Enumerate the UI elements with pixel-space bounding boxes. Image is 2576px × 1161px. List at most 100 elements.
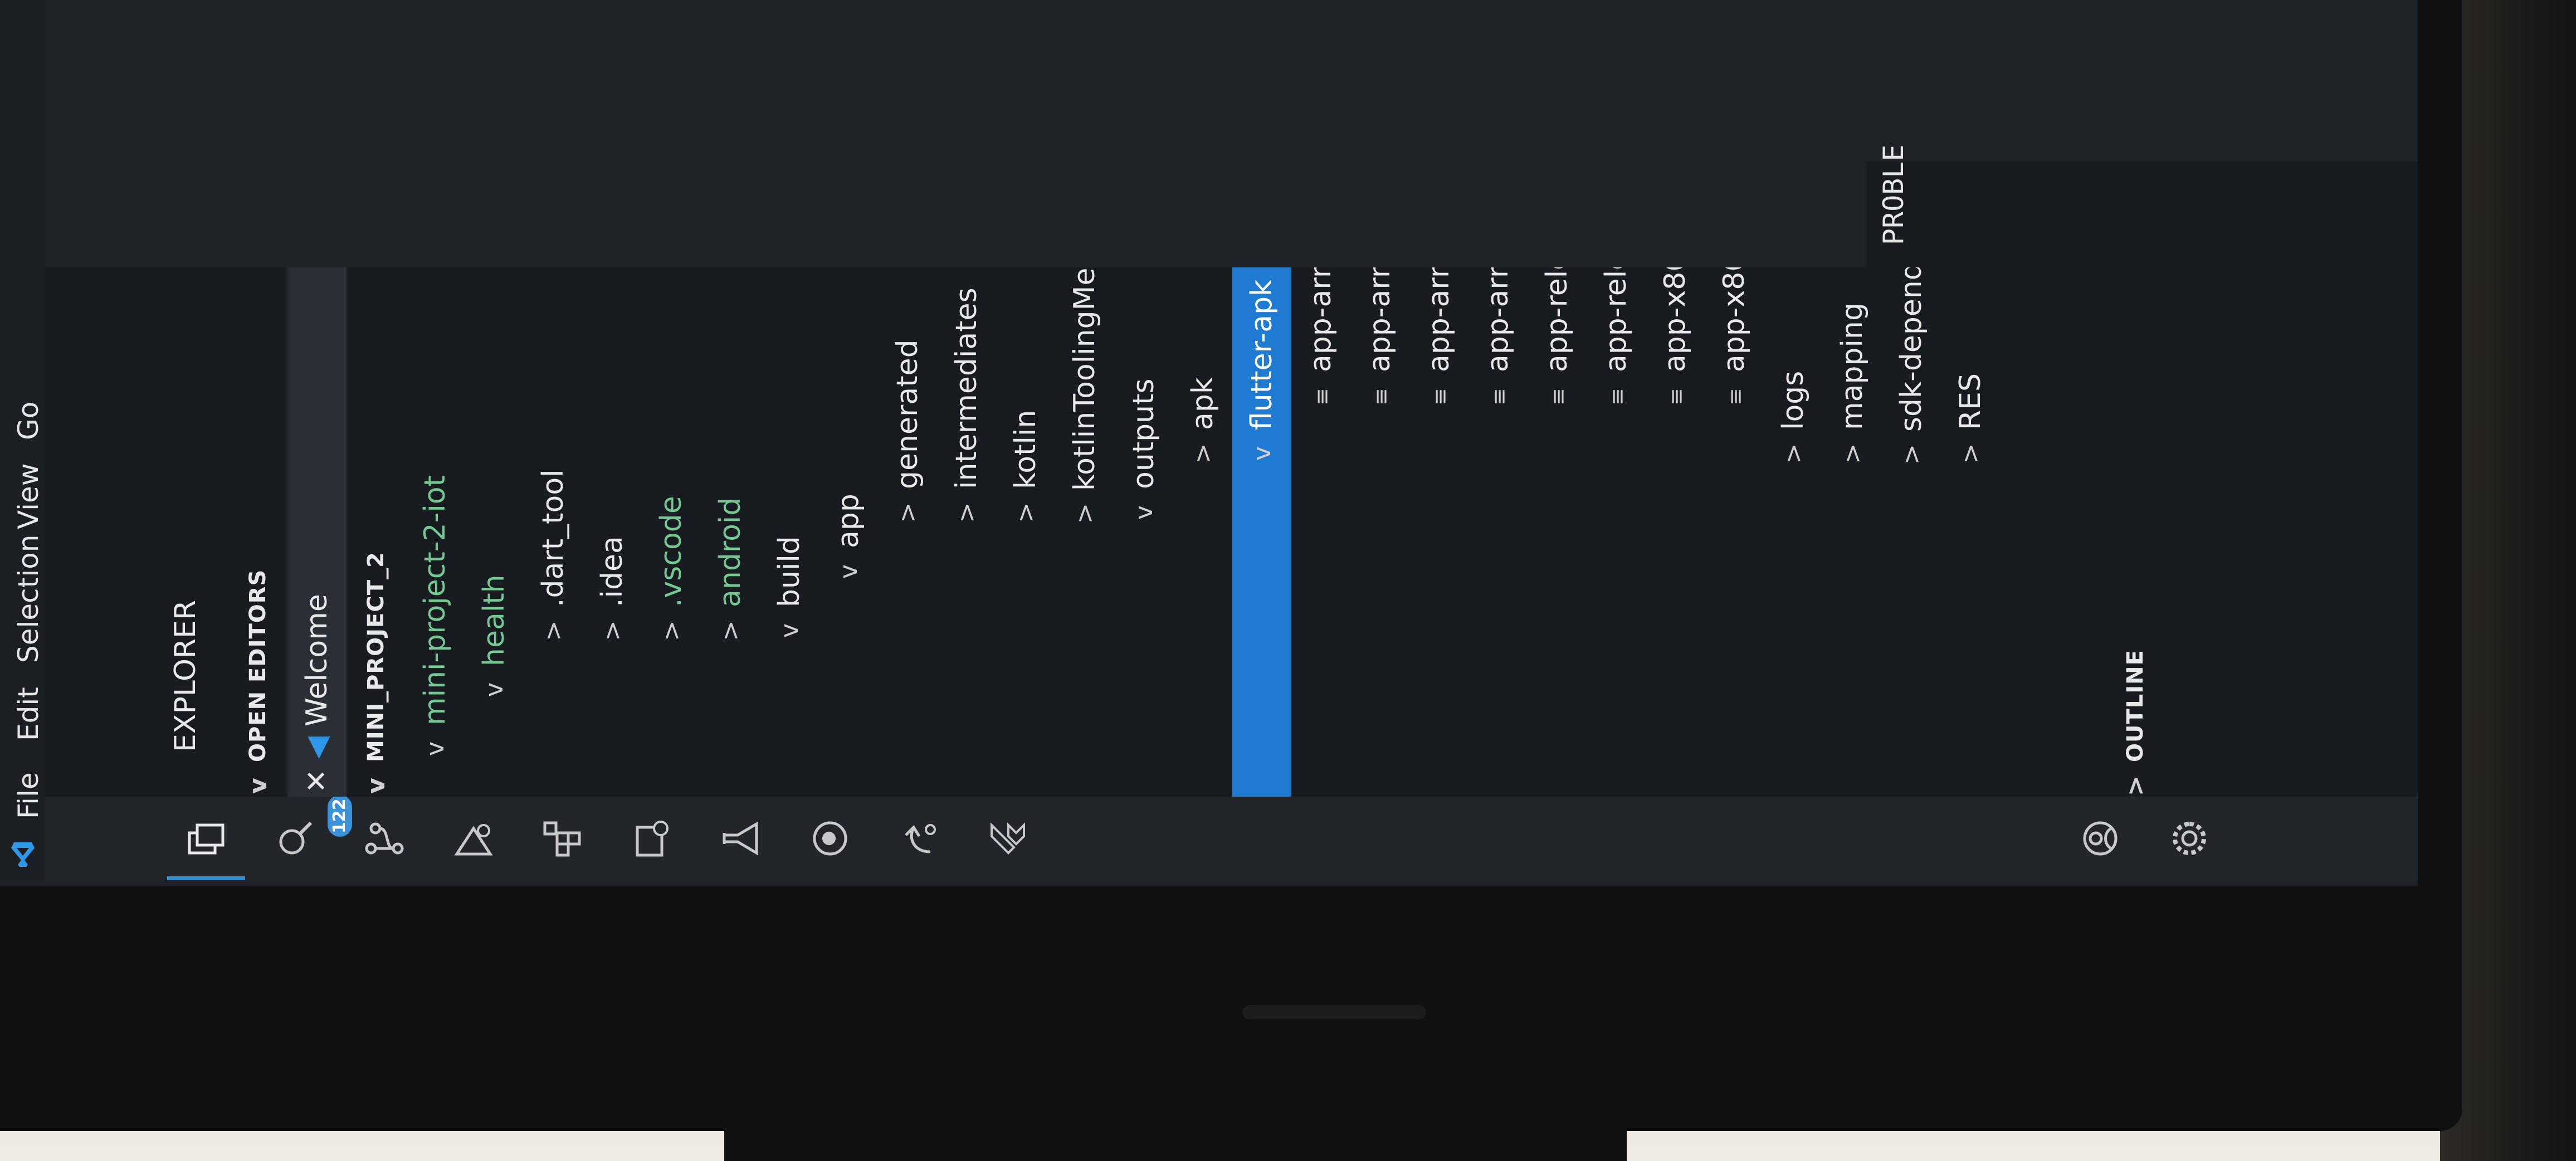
- chevron-down-icon: v: [775, 623, 804, 638]
- project-label: MINI_PROJECT_2: [363, 552, 389, 762]
- settings-gear-icon[interactable]: [2150, 797, 2228, 880]
- run-debug-icon[interactable]: [435, 797, 513, 880]
- tree-file-item[interactable]: ≡app-armeabi-v7a-relea...: [1409, 14, 1468, 797]
- tree-item-label: intermediates: [950, 287, 983, 489]
- tree-folder-item[interactable]: > mapping: [1823, 267, 1882, 797]
- tree-file-item[interactable]: ≡app-arm64-v8a-release...: [1350, 6, 1409, 797]
- chevron-down-icon: v: [243, 777, 272, 794]
- tree-file-item[interactable]: ≡app-x86_64-release.apk: [1646, 24, 1705, 797]
- tree-folder-item[interactable]: > RES: [1941, 267, 2000, 797]
- tree-item-label: android: [714, 497, 747, 607]
- tree-file-item[interactable]: ≡app-x86_64-release.apk...: [1705, 0, 1764, 797]
- chevron-right-icon: >: [1188, 443, 1217, 464]
- github-icon[interactable]: [791, 797, 869, 880]
- chevron-down-icon: v: [1247, 446, 1276, 461]
- tree-folder-item[interactable]: > apk: [1173, 267, 1232, 797]
- remote-explorer-icon[interactable]: [613, 797, 691, 880]
- file-icon: ≡: [1664, 388, 1689, 406]
- testing-icon[interactable]: [702, 797, 780, 880]
- file-icon: ≡: [1310, 388, 1334, 406]
- terminal-panel: PROBLE: [1866, 144, 2418, 267]
- chevron-right-icon: >: [2121, 775, 2150, 796]
- tree-folder-item[interactable]: > .vscode: [642, 267, 701, 797]
- extensions-icon[interactable]: [524, 797, 602, 880]
- outline-label: OUTLINE: [2123, 650, 2148, 762]
- tree-folder-item[interactable]: v flutter-apk: [1232, 267, 1291, 797]
- tree-item-label: outputs: [1127, 378, 1160, 489]
- menu-selection[interactable]: Selection: [12, 535, 45, 663]
- chevron-down-icon: v: [362, 777, 391, 794]
- chevron-right-icon: >: [1011, 502, 1040, 523]
- tree-item-label: generated: [891, 339, 924, 489]
- project-header[interactable]: v MINI_PROJECT_2: [347, 267, 406, 797]
- monitor-power-button: [1242, 1005, 1426, 1019]
- panel-tab-problems[interactable]: PROBLE: [1877, 144, 1910, 245]
- tree-file-item[interactable]: ≡app-armeabi-v7a-relea...: [1468, 14, 1528, 797]
- tree-folder-item[interactable]: v mini-project-2-iot: [406, 267, 465, 797]
- chevron-down-icon: v: [421, 741, 450, 757]
- explorer-title: EXPLORER: [169, 600, 202, 752]
- tree-item-label: apk: [1186, 377, 1219, 430]
- menu-view[interactable]: View: [12, 463, 45, 529]
- tree-item-label: mini-project-2-iot: [418, 475, 452, 725]
- file-icon: ≡: [1487, 388, 1511, 406]
- menu-edit[interactable]: Edit: [12, 687, 45, 741]
- file-icon: ≡: [1723, 388, 1748, 406]
- file-icon: ≡: [1605, 388, 1629, 406]
- menu-file[interactable]: File: [12, 772, 45, 819]
- tree-file-item[interactable]: ≡app-release.apk: [1528, 139, 1587, 797]
- tree-item-label: kotlin: [1009, 409, 1042, 489]
- chevron-right-icon: >: [1838, 443, 1867, 464]
- file-icon: ≡: [1369, 388, 1393, 406]
- tree-folder-item[interactable]: > android: [701, 267, 760, 797]
- open-editor-label: Welcome: [300, 594, 334, 726]
- tree-item-label: .dart_tool: [536, 469, 570, 607]
- chevron-right-icon: >: [716, 620, 745, 641]
- tree-item-label: mapping: [1836, 303, 1869, 430]
- close-icon[interactable]: ✕: [300, 765, 334, 797]
- vscode-window: File Edit Selection View Go 122 EXPLORER…: [0, 0, 2418, 880]
- activity-bar: 122: [45, 795, 2418, 880]
- tree-folder-item[interactable]: v outputs: [1114, 267, 1173, 797]
- open-editors-header[interactable]: v OPEN EDITORS: [228, 267, 287, 797]
- tree-folder-item[interactable]: > intermediates: [937, 267, 996, 797]
- explorer-sidebar: EXPLORER ... v OPEN EDITORS ✕ ◀ Welcome …: [45, 0, 2418, 797]
- file-icon: ≡: [1428, 388, 1452, 406]
- tree-folder-item[interactable]: > .idea: [583, 267, 642, 797]
- tree-folder-item[interactable]: v build: [760, 267, 819, 797]
- tree-folder-item[interactable]: v health: [465, 267, 524, 797]
- tree-file-item[interactable]: ≡app-release.apk.sha1: [1587, 61, 1646, 797]
- open-editor-item[interactable]: ✕ ◀ Welcome: [287, 267, 347, 797]
- tree-folder-item[interactable]: > logs: [1764, 267, 1823, 797]
- flutter-icon[interactable]: [969, 797, 1047, 880]
- tree-item-label: logs: [1777, 370, 1810, 430]
- tree-folder-item[interactable]: > generated: [878, 267, 937, 797]
- search-icon[interactable]: [256, 797, 334, 880]
- tree-folder-item[interactable]: > sdk-dependencies: [1882, 169, 1941, 797]
- open-editors-label: OPEN EDITORS: [245, 569, 271, 762]
- tree-folder-item[interactable]: > .dart_tool: [524, 267, 583, 797]
- tree-item-label: build: [773, 536, 806, 607]
- chevron-right-icon: >: [1779, 443, 1808, 464]
- scm-badge: 122: [328, 795, 352, 837]
- tree-folder-item[interactable]: > kotlinToolingMetadata: [1055, 173, 1114, 797]
- tree-item-label: flutter-apk: [1245, 279, 1279, 430]
- chevron-right-icon: >: [598, 620, 627, 641]
- menu-bar: File Edit Selection View Go: [0, 0, 45, 880]
- outline-header[interactable]: > OUTLINE: [2106, 267, 2165, 797]
- explorer-icon[interactable]: [167, 797, 245, 880]
- chevron-right-icon: >: [893, 502, 922, 523]
- tree-folder-item[interactable]: v app: [819, 267, 878, 797]
- git-graph-icon[interactable]: [880, 797, 958, 880]
- tree-folder-item[interactable]: > kotlin: [996, 267, 1055, 797]
- source-control-icon[interactable]: [345, 797, 423, 880]
- tree-item-label: RES: [1954, 373, 1987, 430]
- account-icon[interactable]: [2061, 797, 2139, 880]
- chevron-down-icon: v: [834, 564, 863, 579]
- tree-file-item[interactable]: ≡app-arm64-v8a-release...: [1291, 6, 1350, 797]
- vscode-logo-icon: [11, 842, 35, 867]
- screen: File Edit Selection View Go 122 EXPLORER…: [0, 0, 2418, 886]
- chevron-right-icon: >: [1070, 503, 1099, 524]
- tree-item-label: health: [477, 574, 511, 666]
- menu-go[interactable]: Go: [12, 402, 45, 440]
